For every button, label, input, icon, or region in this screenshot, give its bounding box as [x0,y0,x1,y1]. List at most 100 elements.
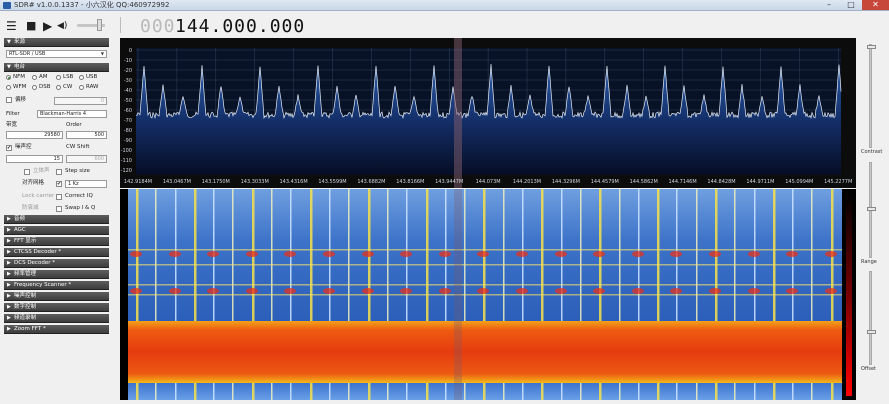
close-button[interactable]: ✕ [862,0,889,10]
waterfall-signal-trace [194,189,197,321]
radio-section-header[interactable]: ▼ 电台 [4,63,109,72]
waterfall-recent-trace [445,383,447,400]
mode-radio-nfm[interactable] [6,75,11,80]
mode-radio-usb[interactable] [79,75,84,80]
spectrum-y-tick: -100 [121,148,132,154]
source-section-header[interactable]: ▼ 来源 [4,38,109,47]
speaker-icon[interactable]: ◀) [57,19,67,33]
shift-checkbox[interactable] [6,97,12,103]
section-fft-display[interactable]: ▶ FFT 显示 [4,237,109,246]
tuning-marker[interactable] [454,38,462,188]
source-device-select[interactable]: RTL-SDR / USB ▼ [6,50,107,58]
play-icon[interactable]: ▶ [43,19,52,33]
waterfall-recent-trace [561,383,563,400]
volume-slider-knob[interactable] [97,19,102,31]
section-audio[interactable]: ▶ 音频 [4,215,109,224]
section-digital-control[interactable]: ▶ 数字控制 [4,303,109,312]
waterfall-hotspot [555,251,567,257]
bandwidth-input[interactable]: 29580 [6,131,63,139]
mode-label-nfm: NFM [13,74,26,80]
mode-radio-dsb[interactable] [32,85,37,90]
waterfall-signal-trace [310,189,313,321]
section-dcs-decoder[interactable]: ▶ DCS Decoder * [4,259,109,268]
mode-radio-am[interactable] [32,75,37,80]
waterfall-hotspot [632,288,644,294]
squelch-input[interactable]: 15 [6,155,63,163]
waterfall-hotspot [130,251,142,257]
waterfall-color-bar [846,193,852,396]
step-size-checkbox[interactable] [56,169,62,175]
menu-icon[interactable]: ☰ [6,19,17,33]
mode-radio-cw[interactable] [56,85,61,90]
waterfall-hotspot [323,288,335,294]
frequency-display[interactable]: 144.000.000 [175,16,305,37]
correct-iq-checkbox[interactable] [56,194,62,200]
filter-select[interactable]: Blackman-Harris 4 [37,110,107,118]
toolbar: ☰ ■ ▶ ◀) 000 144.000.000 [0,12,889,39]
contrast-slider[interactable] [867,44,876,148]
mode-label-raw: RAW [86,84,99,90]
mode-radio-raw[interactable] [79,85,84,90]
range-slider[interactable] [867,162,876,258]
section-frequency-scanner[interactable]: ▶ Frequency Scanner * [4,281,109,290]
waterfall-signal-trace [232,189,234,321]
waterfall-recent-trace [676,383,678,400]
waterfall-hotspot [709,288,721,294]
section-noise-control[interactable]: ▶ 噪声控制 [4,292,109,301]
waterfall-noise-burst [128,321,842,383]
squelch-checkbox[interactable]: ✔ [6,145,12,151]
section-frequency-manager[interactable]: ▶ 频率管理 [4,270,109,279]
waterfall-signal-trace [811,189,813,321]
spectrum-plot[interactable]: 0 -10 -20 -30 -40 -50 -60 -70 -80 -90 -100 -110 -120… [120,38,856,188]
waterfall-display[interactable] [120,189,856,400]
anti-fade-label: 防衰减 [22,205,39,211]
step-size-select[interactable]: 1 Kz [65,180,107,188]
order-label: Order [66,122,82,128]
waterfall-recent-trace [406,383,408,400]
snap-grid-checkbox[interactable]: ✔ [56,181,62,187]
offset-slider[interactable] [867,271,876,365]
spectrum-x-tick: 144.9711M [746,179,774,185]
mode-radio-wfm[interactable] [6,85,11,90]
fm-stereo-checkbox[interactable] [24,169,30,175]
volume-slider[interactable] [77,19,105,31]
waterfall-signal-trace [155,189,157,321]
frequency-leading-digits[interactable]: 000 [140,16,176,37]
spectrum-x-tick: 143.6882M [357,179,385,185]
spectrum-x-tick: 144.3296M [552,179,580,185]
waterfall-tuning-marker[interactable] [454,189,462,400]
contrast-slider-knob[interactable] [867,45,876,49]
mode-label-lsb: LSB [63,74,74,80]
waterfall-recent-trace [387,383,389,400]
waterfall-recent-trace [773,383,776,400]
range-slider-knob[interactable] [867,207,876,211]
waterfall-signal-trace [657,189,660,321]
waterfall-hotspot [169,288,181,294]
spectrum-x-tick: 144.7146M [669,179,697,185]
waterfall-signal-trace [387,189,389,321]
section-recording[interactable]: ▶ 频道录制 [4,314,109,323]
waterfall-hotspot [323,251,335,257]
spectrum-x-tick: 143.9447M [435,179,463,185]
expand-icon: ▶ [7,260,11,266]
offset-slider-knob[interactable] [867,330,876,334]
section-ctcss-decoder[interactable]: ▶ CTCSS Decoder * [4,248,109,257]
spectrum-x-tick: 143.0467M [163,179,191,185]
shift-input[interactable]: 0 [54,97,107,105]
spectrum-analyzer[interactable]: 0 -10 -20 -30 -40 -50 -60 -70 -80 -90 -100 -110 -120… [120,38,856,188]
minimize-button[interactable]: – [818,0,840,10]
swap-iq-checkbox[interactable] [56,206,62,212]
waterfall-hotspot [670,288,682,294]
expand-icon: ▶ [7,282,11,288]
cw-shift-input[interactable]: 600 [66,155,107,163]
section-zoom-fft[interactable]: ▶ Zoom FFT * [4,325,109,334]
stop-icon[interactable]: ■ [26,19,36,33]
waterfall-recent-trace [792,383,794,400]
section-agc[interactable]: ▶ AGC [4,226,109,235]
waterfall-plot[interactable] [120,189,856,400]
mode-radio-lsb[interactable] [56,75,61,80]
spectrum-y-tick: -20 [124,68,132,74]
waterfall-signal-trace [580,189,582,321]
maximize-button[interactable]: □ [840,0,862,10]
order-input[interactable]: 500 [66,131,107,139]
